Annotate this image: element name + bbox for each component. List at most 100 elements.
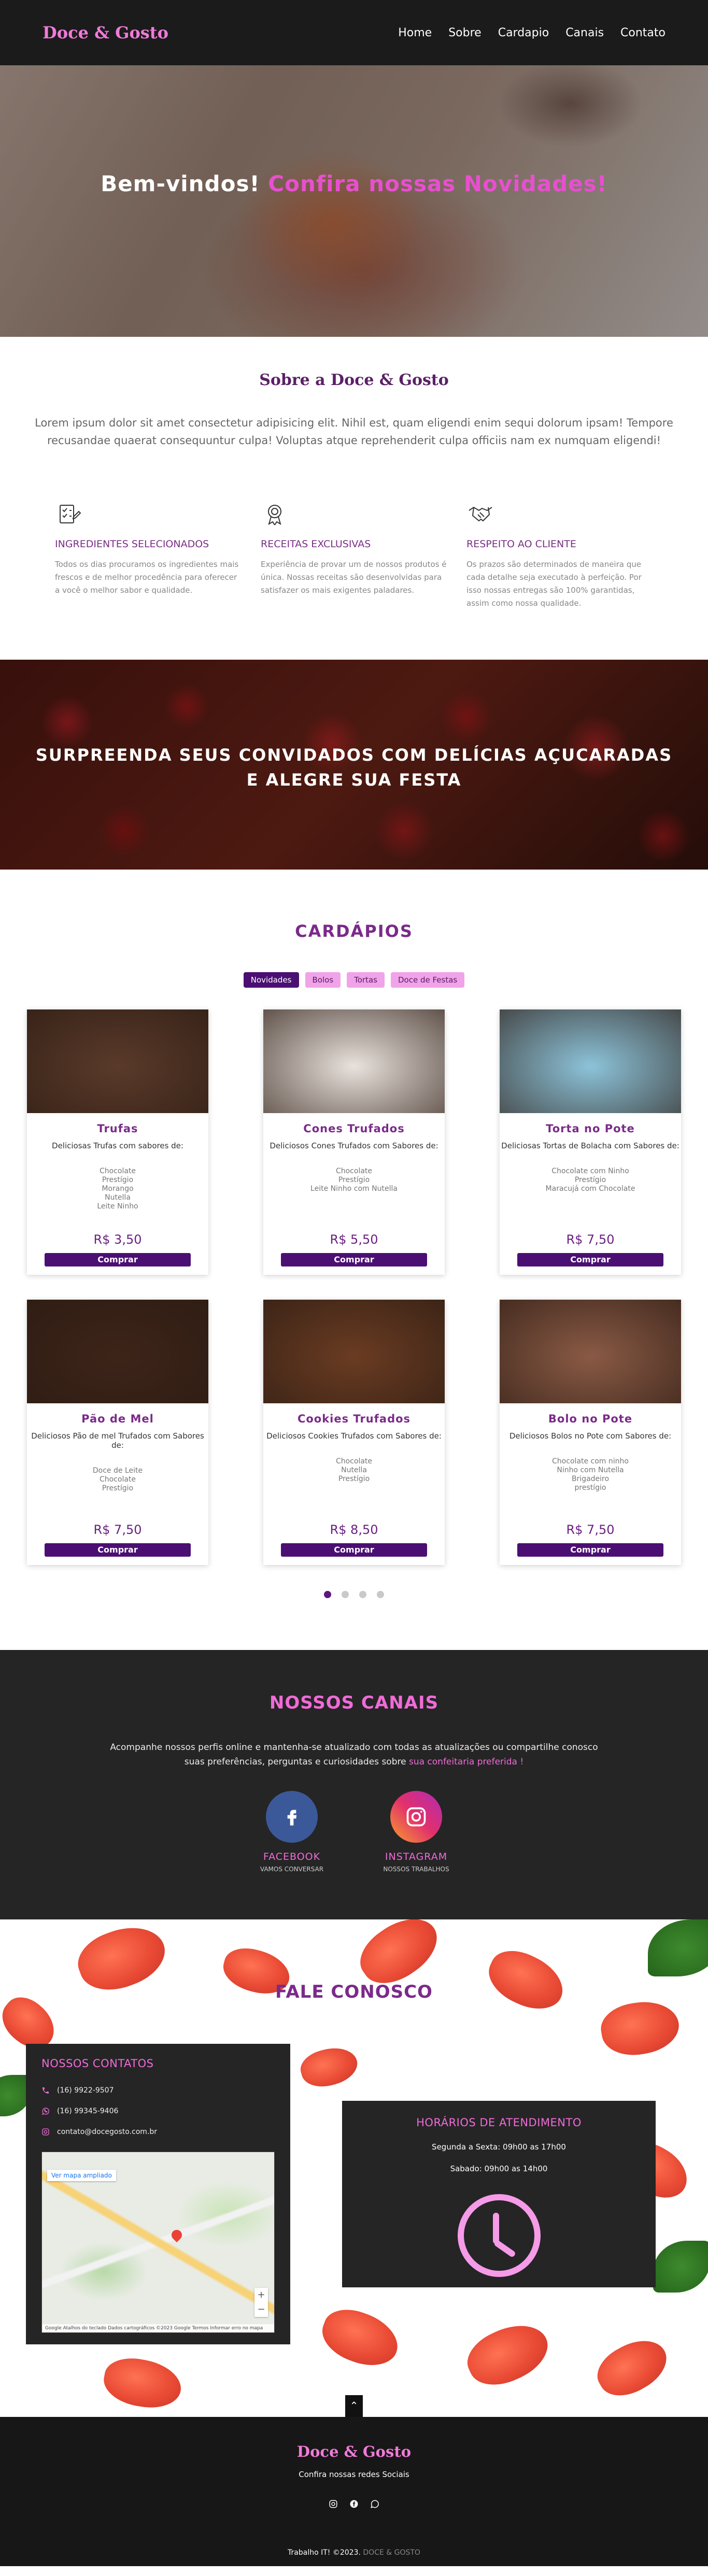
buy-button[interactable]: Comprar bbox=[45, 1253, 191, 1266]
feature-text: Os prazos são determinados de maneira qu… bbox=[466, 560, 642, 608]
facebook-button[interactable] bbox=[266, 1791, 318, 1843]
flavor-item: Nutella bbox=[341, 1466, 367, 1474]
instagram-sub: NOSSOS TRABALHOS bbox=[383, 1866, 449, 1873]
product-price: R$ 5,50 bbox=[330, 1232, 378, 1247]
buy-button[interactable]: Comprar bbox=[45, 1543, 191, 1557]
footer-brand: Doce & Gosto bbox=[296, 2443, 412, 2460]
flavor-list: Doce de Leite Chocolate Prestígio bbox=[27, 1467, 208, 1493]
hours-saturday: Sabado: 09h00 as 14h00 bbox=[450, 2164, 548, 2173]
strawberry-decoration bbox=[100, 2353, 185, 2413]
product-name: Bolo no Pote bbox=[548, 1413, 633, 1425]
embedded-map[interactable]: Ver mapa ampliado + − Google Atalhos do … bbox=[41, 2152, 275, 2333]
about-section: Sobre a Doce & Gosto Lorem ipsum dolor s… bbox=[0, 337, 708, 610]
feature-title: RESPEITO AO CLIENTE bbox=[466, 538, 576, 550]
instagram-icon bbox=[42, 2128, 49, 2136]
strawberry-decoration bbox=[296, 2042, 362, 2093]
flavor-list: Chocolate Prestígio Morango Nutella Leite Ni… bbox=[27, 1167, 208, 1211]
instagram-label: INSTAGRAM bbox=[385, 1851, 448, 1862]
product-card: Torta no Pote Deliciosas Tortas de Bolach… bbox=[500, 1009, 681, 1275]
carousel-dot[interactable] bbox=[342, 1591, 349, 1598]
flavor-item: Nutella bbox=[105, 1193, 131, 1202]
whatsapp-icon[interactable] bbox=[370, 2499, 380, 2509]
back-to-top-button[interactable]: ⌃ bbox=[345, 2395, 363, 2417]
product-name: Cones Trufados bbox=[303, 1122, 405, 1135]
hours-title: HORÁRIOS DE ATENDIMENTO bbox=[416, 2116, 582, 2129]
flavor-item: Chocolate bbox=[335, 1167, 373, 1175]
contact-whatsapp[interactable]: (16) 99345-9406 bbox=[41, 2107, 275, 2115]
whatsapp-number: (16) 99345-9406 bbox=[57, 2107, 119, 2115]
feature-title: RECEITAS EXCLUSIVAS bbox=[261, 538, 371, 550]
navbar: Doce & Gosto Home Sobre Cardapio Canais … bbox=[0, 0, 708, 65]
buy-button[interactable]: Comprar bbox=[281, 1543, 427, 1557]
footer-subtitle: Confira nossas redes Sociais bbox=[299, 2470, 409, 2479]
product-price: R$ 3,50 bbox=[93, 1232, 142, 1247]
buy-button[interactable]: Comprar bbox=[517, 1543, 663, 1557]
product-description: Deliciosas Tortas de Bolacha com Sabores… bbox=[501, 1141, 679, 1150]
email-address: contato@docegosto.com.br bbox=[57, 2128, 158, 2136]
flavor-item: Prestígio bbox=[102, 1176, 134, 1184]
instagram-button[interactable] bbox=[390, 1791, 442, 1843]
product-image bbox=[263, 1009, 445, 1113]
banner-line2: E ALEGRE SUA FESTA bbox=[246, 770, 462, 790]
product-card: Cones Trufados Deliciosos Cones Trufados … bbox=[263, 1009, 445, 1275]
flavor-list: Chocolate Nutella Prestígio bbox=[263, 1457, 445, 1484]
nav-link-contato[interactable]: Contato bbox=[620, 26, 665, 39]
flavor-item: Chocolate com ninho bbox=[552, 1457, 629, 1465]
zoom-in-icon[interactable]: + bbox=[254, 2288, 268, 2302]
filter-bolos[interactable]: Bolos bbox=[305, 972, 341, 988]
carousel-dot[interactable] bbox=[377, 1591, 384, 1598]
footer-copyright: Trabalho IT! ©2023. DOCE & GOSTO bbox=[0, 2549, 708, 2557]
product-image bbox=[500, 1300, 681, 1403]
map-pin-icon[interactable] bbox=[169, 2227, 185, 2243]
strawberry-decoration bbox=[597, 1996, 683, 2061]
buy-button[interactable]: Comprar bbox=[517, 1253, 663, 1266]
contact-title: FALE CONOSCO bbox=[275, 1982, 433, 2002]
flavor-item: Morango bbox=[102, 1185, 134, 1193]
contact-email[interactable]: contato@docegosto.com.br bbox=[41, 2128, 275, 2136]
product-card: Bolo no Pote Deliciosos Bolos no Pote com… bbox=[500, 1300, 681, 1565]
product-name: Pão de Mel bbox=[81, 1413, 154, 1425]
product-price: R$ 8,50 bbox=[330, 1522, 378, 1537]
flavor-item: Prestígio bbox=[338, 1475, 370, 1483]
product-description: Deliciosas Trufas com sabores de: bbox=[52, 1141, 183, 1150]
parallax-banner: SURPREENDA SEUS CONVIDADOS COM DELÍCIAS … bbox=[0, 660, 708, 870]
strawberry-decoration bbox=[459, 2313, 557, 2396]
carousel-dot[interactable] bbox=[359, 1591, 366, 1598]
facebook-icon bbox=[287, 1810, 297, 1826]
buy-button[interactable]: Comprar bbox=[281, 1253, 427, 1266]
nav-link-sobre[interactable]: Sobre bbox=[448, 26, 482, 39]
product-grid: Trufas Deliciosas Trufas com sabores de: C… bbox=[27, 1009, 681, 1565]
strawberry-decoration bbox=[480, 1941, 572, 2019]
channels-text-link[interactable]: sua confeitaria preferida ! bbox=[409, 1757, 523, 1767]
nav-link-cardapio[interactable]: Cardapio bbox=[498, 26, 549, 39]
contact-section: FALE CONOSCO NOSSOS CONTATOS (16) 9922-9… bbox=[0, 1919, 708, 2417]
map-attribution: Google Atalhos do teclado Dados cartográ… bbox=[42, 2324, 274, 2332]
filter-doce-de-festas[interactable]: Doce de Festas bbox=[391, 972, 465, 988]
channels-text-main: Acompanhe nossos perfis online e mantenh… bbox=[110, 1742, 598, 1767]
contact-phone[interactable]: (16) 9922-9507 bbox=[41, 2086, 275, 2095]
nav-link-canais[interactable]: Canais bbox=[565, 26, 604, 39]
map-enlarge-link[interactable]: Ver mapa ampliado bbox=[47, 2170, 116, 2181]
zoom-out-icon[interactable]: − bbox=[254, 2302, 268, 2317]
feature-text: Experiência de provar um de nossos produ… bbox=[261, 560, 447, 595]
footer-social-icons bbox=[0, 2499, 708, 2509]
product-description: Deliciosos Bolos no Pote com Sabores de: bbox=[509, 1431, 672, 1441]
hero-title-pink: Confira nossas Novidades! bbox=[268, 171, 607, 196]
flavor-list: Chocolate Prestígio Leite Ninho com Nutell… bbox=[263, 1167, 445, 1193]
product-price: R$ 7,50 bbox=[566, 1232, 615, 1247]
product-image bbox=[27, 1300, 208, 1403]
nav-link-home[interactable]: Home bbox=[398, 26, 432, 39]
flavor-item: Leite Ninho bbox=[97, 1202, 138, 1211]
chevron-up-icon: ⌃ bbox=[349, 2399, 359, 2412]
phone-icon bbox=[43, 2087, 49, 2094]
instagram-icon[interactable] bbox=[328, 2499, 338, 2509]
filter-tortas[interactable]: Tortas bbox=[347, 972, 385, 988]
brand-logo[interactable]: Doce & Gosto bbox=[43, 23, 168, 42]
product-card: Pão de Mel Deliciosos Pão de mel Trufados… bbox=[27, 1300, 208, 1565]
filter-novidades[interactable]: Novidades bbox=[243, 972, 299, 988]
facebook-icon[interactable] bbox=[349, 2499, 359, 2509]
medal-icon bbox=[268, 505, 281, 525]
carousel-dot[interactable] bbox=[324, 1591, 331, 1598]
hero-title: Bem-vindos! Confira nossas Novidades! bbox=[0, 171, 708, 196]
banner-title: SURPREENDA SEUS CONVIDADOS COM DELÍCIAS … bbox=[0, 743, 708, 792]
